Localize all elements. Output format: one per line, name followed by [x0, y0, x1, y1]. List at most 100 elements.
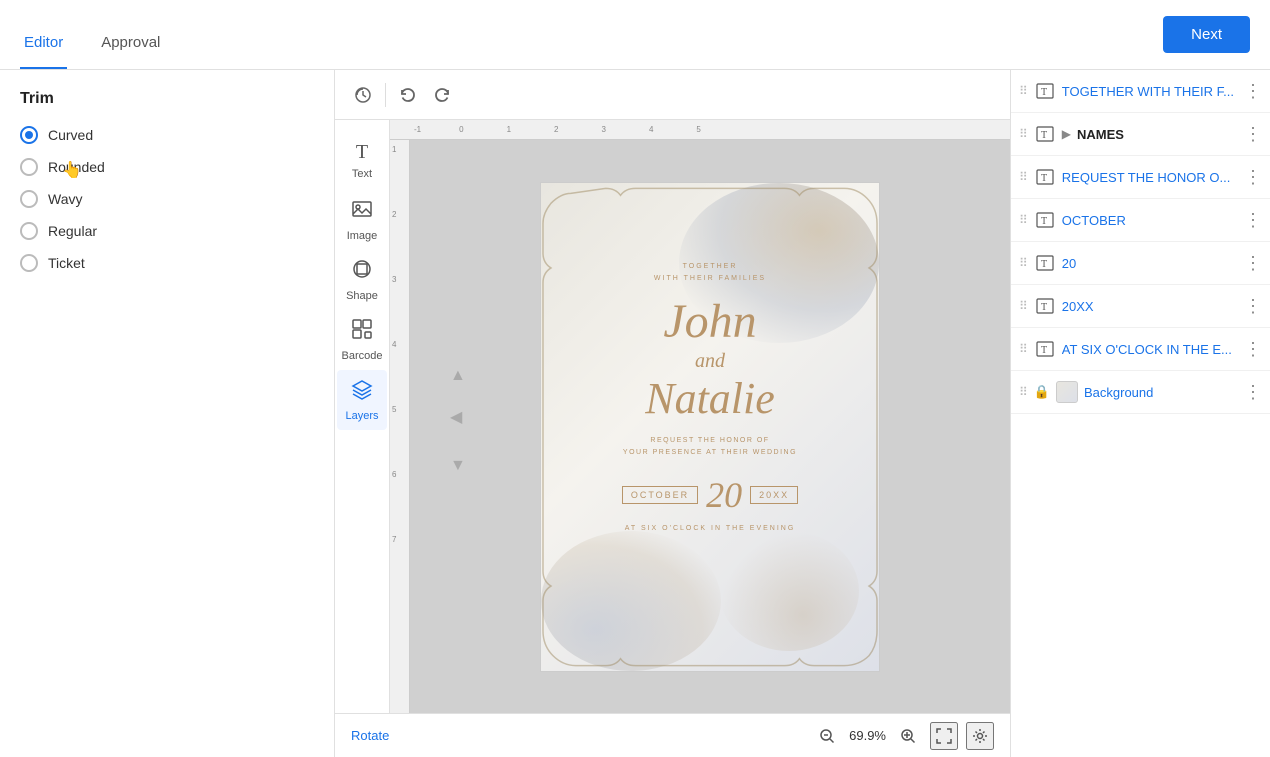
card-date-row: OCTOBER 20 20XX	[622, 477, 798, 513]
svg-text:T: T	[1041, 259, 1047, 270]
radio-rounded[interactable]: Rounded 👆	[20, 158, 314, 176]
card-time: AT SIX O'CLOCK IN THE EVENING	[625, 525, 796, 532]
layer-more-button[interactable]: ⋮	[1244, 382, 1262, 403]
toolbar	[335, 70, 1010, 120]
sidebar-item-barcode[interactable]: Barcode	[337, 310, 387, 370]
card-day: 20	[706, 477, 742, 513]
layer-name: REQUEST THE HONOR O...	[1062, 170, 1238, 185]
drag-handle: ⠿	[1019, 84, 1028, 98]
sidebar-text-label: Text	[352, 168, 372, 180]
drag-handle: ⠿	[1019, 127, 1028, 141]
drag-handle: ⠿	[1019, 213, 1028, 227]
zoom-level-display: 69.9%	[849, 728, 886, 743]
text-icon: T	[356, 141, 368, 164]
canvas-inner: 1 2 3 4 5 6 7 ◀ ▲ ▼	[390, 140, 1010, 713]
sidebar-item-layers[interactable]: Layers	[337, 370, 387, 430]
sidebar-layers-label: Layers	[345, 410, 378, 422]
svg-text:T: T	[1041, 216, 1047, 227]
sidebar-item-shape[interactable]: Shape	[337, 250, 387, 310]
tab-approval[interactable]: Approval	[97, 34, 164, 69]
layer-more-button[interactable]: ⋮	[1244, 210, 1262, 231]
scroll-up-indicator: ▲	[450, 367, 466, 385]
image-icon	[351, 198, 373, 226]
radio-wavy[interactable]: Wavy	[20, 190, 314, 208]
left-sidebar: T Text Image	[335, 120, 390, 713]
radio-wavy-circle[interactable]	[20, 190, 38, 208]
tab-editor[interactable]: Editor	[20, 34, 67, 69]
layer-name: OCTOBER	[1062, 213, 1238, 228]
sidebar-barcode-label: Barcode	[342, 350, 383, 362]
sidebar-item-image[interactable]: Image	[337, 190, 387, 250]
lock-icon: 🔒	[1034, 384, 1050, 400]
card-month: OCTOBER	[622, 486, 698, 504]
scroll-left-indicator: ◀	[450, 407, 462, 427]
radio-rounded-circle[interactable]	[20, 158, 38, 176]
radio-curved-label: Curved	[48, 127, 93, 143]
layer-item-20[interactable]: ⠿T20⋮	[1011, 242, 1270, 285]
settings-button[interactable]	[966, 722, 994, 750]
layer-type-icon: T	[1034, 295, 1056, 317]
card-request-text: REQUEST THE HONOR OFYOUR PRESENCE AT THE…	[623, 435, 797, 459]
layer-more-button[interactable]: ⋮	[1244, 339, 1262, 360]
layer-more-button[interactable]: ⋮	[1244, 167, 1262, 188]
layer-item-together[interactable]: ⠿TTOGETHER WITH THEIR F...⋮	[1011, 70, 1270, 113]
card-name-natalie: Natalie	[645, 377, 775, 421]
trim-panel: Trim Curved Rounded 👆 Wavy Regular Ticke…	[0, 70, 335, 757]
layer-item-20xx[interactable]: ⠿ T 20XX ⋮	[1011, 285, 1270, 328]
header: Editor Approval Next	[0, 0, 1270, 70]
layer-name: 20XX	[1062, 299, 1238, 314]
drag-handle: ⠿	[1019, 299, 1028, 313]
layers-icon	[351, 378, 373, 406]
wedding-card: TOGETHERWITH THEIR FAMILIES John and Nat…	[540, 182, 880, 672]
redo-button[interactable]	[426, 79, 458, 111]
right-panel: ⠿TTOGETHER WITH THEIR F...⋮⠿T▶NAMES⋮⠿TRE…	[1010, 70, 1270, 757]
undo-button[interactable]	[392, 79, 424, 111]
radio-regular-circle[interactable]	[20, 222, 38, 240]
canvas-area: -1 0 1 2 3 4 5 1 2 3 4 5 6	[390, 120, 1010, 713]
main-layout: Trim Curved Rounded 👆 Wavy Regular Ticke…	[0, 70, 1270, 757]
layer-type-icon: T	[1034, 166, 1056, 188]
sidebar-image-label: Image	[347, 230, 378, 242]
history-button[interactable]	[347, 79, 379, 111]
rotate-button[interactable]: Rotate	[351, 728, 389, 743]
layer-name: AT SIX O'CLOCK IN THE E...	[1062, 342, 1238, 357]
radio-ticket[interactable]: Ticket	[20, 254, 314, 272]
layer-type-icon: T	[1034, 338, 1056, 360]
radio-ticket-circle[interactable]	[20, 254, 38, 272]
sidebar-item-text[interactable]: T Text	[337, 130, 387, 190]
svg-text:T: T	[1041, 130, 1047, 141]
radio-rounded-label: Rounded	[48, 159, 105, 175]
drag-handle: ⠿	[1019, 385, 1028, 399]
trim-title: Trim	[20, 90, 314, 108]
svg-text:T: T	[1041, 173, 1047, 184]
zoom-out-button[interactable]	[813, 722, 841, 750]
zoom-in-button[interactable]	[894, 722, 922, 750]
layer-item-atsix[interactable]: ⠿TAT SIX O'CLOCK IN THE E...⋮	[1011, 328, 1270, 371]
radio-curved[interactable]: Curved	[20, 126, 314, 144]
radio-curved-circle[interactable]	[20, 126, 38, 144]
layer-more-button[interactable]: ⋮	[1244, 296, 1262, 317]
radio-regular[interactable]: Regular	[20, 222, 314, 240]
background-icon	[1056, 381, 1078, 403]
layer-item-october[interactable]: ⠿ T OCTOBER ⋮	[1011, 199, 1270, 242]
layer-more-button[interactable]: ⋮	[1244, 81, 1262, 102]
expand-arrow[interactable]: ▶	[1062, 127, 1071, 141]
radio-ticket-label: Ticket	[48, 255, 85, 271]
layer-type-icon: T	[1034, 252, 1056, 274]
center-column: T Text Image	[335, 70, 1010, 757]
card-name-john: John	[663, 298, 756, 346]
layer-item-names[interactable]: ⠿T▶NAMES⋮	[1011, 113, 1270, 156]
zoom-controls: 69.9%	[813, 722, 994, 750]
layer-type-icon: T	[1034, 123, 1056, 145]
ruler-top: -1 0 1 2 3 4 5	[390, 120, 1010, 140]
scroll-down-indicator: ▼	[450, 457, 466, 475]
layer-item-background[interactable]: ⠿🔒Background⋮	[1011, 371, 1270, 414]
layer-item-request[interactable]: ⠿TREQUEST THE HONOR O...⋮	[1011, 156, 1270, 199]
expand-button[interactable]	[930, 722, 958, 750]
next-button[interactable]: Next	[1163, 16, 1250, 53]
card-year: 20XX	[750, 486, 798, 504]
layer-name: 20	[1062, 256, 1238, 271]
layer-more-button[interactable]: ⋮	[1244, 253, 1262, 274]
layer-more-button[interactable]: ⋮	[1244, 124, 1262, 145]
canvas-scroll-area[interactable]: ◀ ▲ ▼	[410, 140, 1010, 713]
